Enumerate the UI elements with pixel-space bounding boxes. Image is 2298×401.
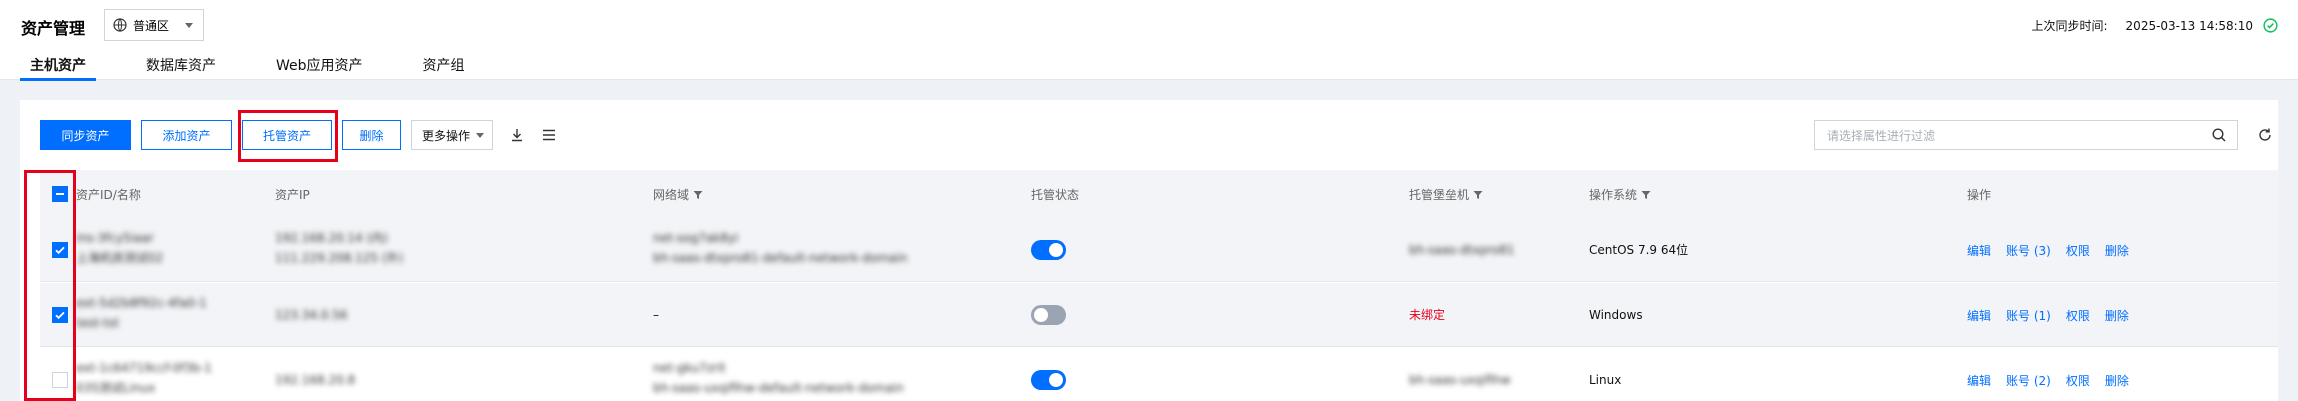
bastion-name: bh-saas-dtxpro81 xyxy=(1409,243,1515,257)
sync-label: 上次同步时间: xyxy=(2031,19,2108,33)
delete-link[interactable]: 删除 xyxy=(2105,307,2129,324)
col-ip: 资产IP xyxy=(275,188,310,202)
network-domain: bh-saas-uxqifihw-default-network-domain xyxy=(653,381,904,395)
tab-asset-groups[interactable]: 资产组 xyxy=(413,55,475,80)
permission-link[interactable]: 权限 xyxy=(2066,307,2090,324)
region-select[interactable]: 普通区 xyxy=(104,9,204,41)
more-actions-label: 更多操作 xyxy=(422,128,471,143)
list-settings-icon[interactable] xyxy=(541,127,557,143)
delete-button[interactable]: 删除 xyxy=(342,120,401,150)
filter-icon[interactable] xyxy=(693,190,703,200)
asset-ip: 192.168.20.14 (内) xyxy=(275,231,388,245)
sync-info: 上次同步时间: 2025-03-13 14:58:10 xyxy=(2032,17,2279,34)
delete-link[interactable]: 删除 xyxy=(2105,242,2129,259)
asset-ip: 123.34.0.56 xyxy=(275,308,348,322)
asset-card: 同步资产 添加资产 托管资产 删除 更多操作 请选择属性进行过滤 资产ID/名称… xyxy=(20,100,2278,401)
page-header: 资产管理 普通区 上次同步时间: 2025-03-13 14:58:10 主机资… xyxy=(0,0,2298,81)
table-header: 资产ID/名称 资产IP 网络域 托管状态 托管堡垒机 操作系统 操作 xyxy=(40,170,2278,218)
more-actions-button[interactable]: 更多操作 xyxy=(411,120,493,150)
host-status-toggle[interactable] xyxy=(1031,240,1066,260)
chevron-down-icon xyxy=(185,22,193,28)
search-icon[interactable] xyxy=(2211,127,2227,143)
os-name: Windows xyxy=(1589,308,1643,322)
row-actions: 编辑 账号 (2) 权限 删除 xyxy=(1967,372,2144,389)
network-id: net-sog7ak8yi xyxy=(653,231,739,245)
row-actions: 编辑 账号 (1) 权限 删除 xyxy=(1967,307,2144,324)
add-asset-button[interactable]: 添加资产 xyxy=(141,120,232,150)
col-status: 托管状态 xyxy=(1031,188,1080,202)
row-actions: 编辑 账号 (3) 权限 删除 xyxy=(1967,242,2144,259)
filter-placeholder: 请选择属性进行过滤 xyxy=(1827,128,1936,143)
col-ops: 操作 xyxy=(1967,188,1992,202)
network-id: net-gku7zrit xyxy=(653,361,726,375)
col-bastion[interactable]: 托管堡垒机 xyxy=(1409,186,1483,203)
check-circle-icon xyxy=(2263,18,2278,33)
region-label: 普通区 xyxy=(133,18,170,33)
asset-name: test-tst xyxy=(76,316,120,330)
col-network-label: 网络域 xyxy=(653,188,690,202)
asset-id[interactable]: ext-5d2b8f92c-4fa0-1 xyxy=(76,293,207,313)
host-asset-highlight xyxy=(238,110,338,162)
col-network[interactable]: 网络域 xyxy=(653,186,703,203)
bastion-name: 未绑定 xyxy=(1409,308,1446,322)
table-row: ext-5d2b8f92c-4fa0-1 test-tst 123.34.0.5… xyxy=(40,283,2278,347)
host-status-toggle[interactable] xyxy=(1031,305,1066,325)
account-link[interactable]: 账号 (1) xyxy=(2006,307,2051,324)
col-id-name: 资产ID/名称 xyxy=(76,188,141,202)
filter-input[interactable]: 请选择属性进行过滤 xyxy=(1814,120,2238,150)
os-name: CentOS 7.9 64位 xyxy=(1589,243,1689,257)
delete-link[interactable]: 删除 xyxy=(2105,372,2129,389)
asset-ip: 192.168.20.8 xyxy=(275,373,356,387)
host-status-toggle[interactable] xyxy=(1031,370,1066,390)
chevron-down-icon xyxy=(476,132,485,138)
sync-time: 2025-03-13 14:58:10 xyxy=(2125,18,2253,33)
account-link[interactable]: 账号 (2) xyxy=(2006,372,2051,389)
asset-tabs: 主机资产 数据库资产 Web应用资产 资产组 xyxy=(20,55,515,81)
tab-host-assets[interactable]: 主机资产 xyxy=(20,55,96,81)
tab-db-assets[interactable]: 数据库资产 xyxy=(136,55,226,80)
network-id: – xyxy=(653,308,659,322)
asset-name: 035测试Linux xyxy=(76,381,156,395)
network-domain: bh-saas-dtxpro81-default-network-domain xyxy=(653,251,908,265)
permission-link[interactable]: 权限 xyxy=(2066,372,2090,389)
asset-name: 上海机房测试02 xyxy=(76,251,164,265)
permission-link[interactable]: 权限 xyxy=(2066,242,2090,259)
download-icon[interactable] xyxy=(509,127,525,143)
edit-link[interactable]: 编辑 xyxy=(1967,372,1991,389)
sync-assets-button[interactable]: 同步资产 xyxy=(40,120,131,150)
col-os[interactable]: 操作系统 xyxy=(1589,186,1651,203)
refresh-icon[interactable] xyxy=(2257,127,2273,143)
checkbox-column-highlight xyxy=(24,170,76,401)
account-link[interactable]: 账号 (3) xyxy=(2006,242,2051,259)
filter-icon[interactable] xyxy=(1473,190,1483,200)
edit-link[interactable]: 编辑 xyxy=(1967,307,1991,324)
asset-id[interactable]: ext-1c64719ccf-0f3b-1 xyxy=(76,358,212,378)
table-row: ext-1c64719ccf-0f3b-1 035测试Linux 192.168… xyxy=(40,348,2278,401)
tab-web-assets[interactable]: Web应用资产 xyxy=(266,55,373,80)
col-os-label: 操作系统 xyxy=(1589,188,1638,202)
globe-icon xyxy=(113,18,127,32)
col-bastion-label: 托管堡垒机 xyxy=(1409,188,1470,202)
filter-icon[interactable] xyxy=(1641,190,1651,200)
table-row: ins-3fcy5iaar 上海机房测试02 192.168.20.14 (内)… xyxy=(40,218,2278,282)
asset-ip-public: 111.229.208.125 (外) xyxy=(275,251,404,265)
page-title: 资产管理 xyxy=(21,19,86,38)
asset-id[interactable]: ins-3fcy5iaar xyxy=(76,228,163,248)
edit-link[interactable]: 编辑 xyxy=(1967,242,1991,259)
bastion-name: bh-saas-uxqifihw xyxy=(1409,373,1511,387)
os-name: Linux xyxy=(1589,373,1622,387)
